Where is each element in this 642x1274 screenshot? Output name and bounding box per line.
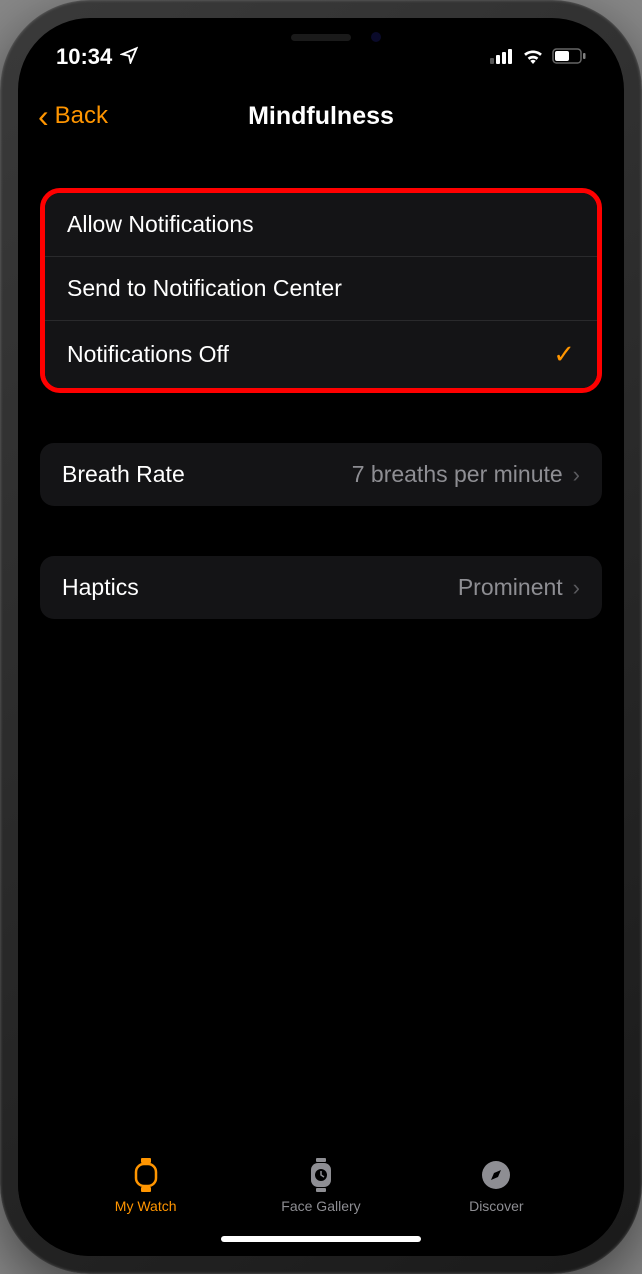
page-title: Mindfulness — [248, 102, 394, 131]
option-send-to-notification-center[interactable]: Send to Notification Center — [45, 257, 597, 321]
tab-discover[interactable]: Discover — [446, 1158, 546, 1214]
haptics-value: Prominent — [458, 574, 563, 601]
back-label: Back — [55, 102, 108, 130]
chevron-left-icon: ‹ — [38, 98, 49, 135]
status-time: 10:34 — [56, 44, 112, 70]
cellular-signal-icon — [490, 44, 514, 70]
nav-header: ‹ Back Mindfulness — [18, 78, 624, 158]
breath-rate-row[interactable]: Breath Rate 7 breaths per minute › — [40, 443, 602, 506]
compass-icon — [479, 1158, 513, 1192]
watch-face-icon — [304, 1158, 338, 1192]
tab-label: My Watch — [115, 1198, 177, 1214]
option-label: Allow Notifications — [67, 211, 254, 238]
tab-face-gallery[interactable]: Face Gallery — [271, 1158, 371, 1214]
notch — [201, 18, 441, 56]
status-left: 10:34 — [56, 44, 138, 70]
option-label: Send to Notification Center — [67, 275, 342, 302]
chevron-right-icon: › — [573, 575, 580, 601]
option-label: Notifications Off — [67, 341, 229, 368]
haptics-label: Haptics — [62, 574, 139, 601]
back-button[interactable]: ‹ Back — [38, 98, 108, 135]
haptics-value-wrap: Prominent › — [458, 574, 580, 601]
option-allow-notifications[interactable]: Allow Notifications — [45, 193, 597, 257]
breath-rate-value: 7 breaths per minute — [352, 461, 563, 488]
chevron-right-icon: › — [573, 462, 580, 488]
haptics-group: Haptics Prominent › — [40, 556, 602, 619]
breath-rate-value-wrap: 7 breaths per minute › — [352, 461, 580, 488]
tab-my-watch[interactable]: My Watch — [96, 1158, 196, 1214]
screen: 10:34 — [18, 18, 624, 1256]
breath-rate-label: Breath Rate — [62, 461, 185, 488]
option-notifications-off[interactable]: Notifications Off ✓ — [45, 321, 597, 388]
wifi-icon — [522, 44, 544, 70]
watch-icon — [129, 1158, 163, 1192]
content-area: Allow Notifications Send to Notification… — [18, 158, 624, 619]
front-camera — [371, 32, 381, 42]
tab-label: Face Gallery — [281, 1198, 360, 1214]
checkmark-icon: ✓ — [553, 339, 575, 370]
notification-options-group: Allow Notifications Send to Notification… — [40, 188, 602, 393]
haptics-row[interactable]: Haptics Prominent › — [40, 556, 602, 619]
battery-icon — [552, 44, 586, 70]
phone-frame: 10:34 — [0, 0, 642, 1274]
breath-rate-group: Breath Rate 7 breaths per minute › — [40, 443, 602, 506]
home-indicator[interactable] — [221, 1236, 421, 1242]
status-right — [490, 44, 586, 70]
location-icon — [120, 44, 138, 70]
speaker-grille — [291, 34, 351, 41]
tab-label: Discover — [469, 1198, 523, 1214]
